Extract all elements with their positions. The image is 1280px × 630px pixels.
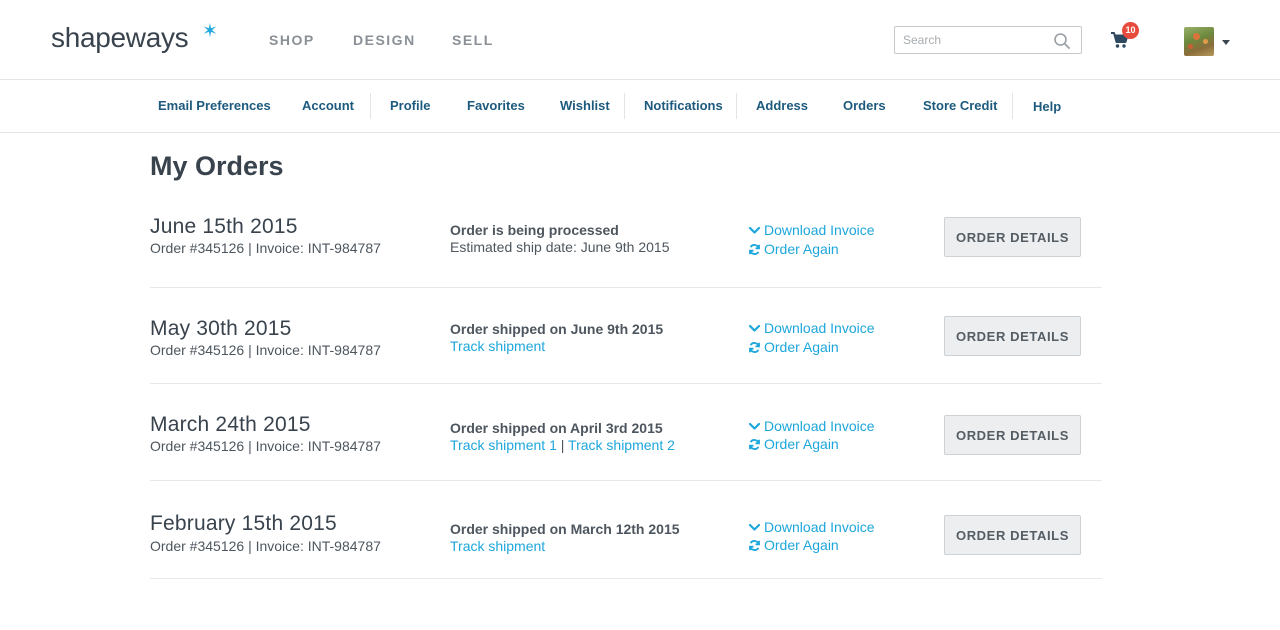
track-shipment-1-link[interactable]: Track shipment 1 — [450, 437, 557, 453]
subnav-favorites[interactable]: Favorites — [467, 98, 525, 113]
order-date: May 30th 2015 — [150, 317, 292, 340]
order-date: June 15th 2015 — [150, 215, 298, 238]
track-shipment-2-link[interactable]: Track shipment 2 — [568, 437, 675, 453]
order-row: March 24th 2015 Order #345126 | Invoice:… — [150, 384, 1102, 481]
order-meta: Order #345126 | Invoice: INT-984787 — [150, 438, 381, 454]
order-status: Order shipped on June 9th 2015 — [450, 321, 664, 337]
cart-count-badge: 10 — [1122, 22, 1139, 39]
chevron-down-icon — [748, 226, 761, 234]
download-invoice-link[interactable]: Download Invoice — [748, 320, 875, 336]
nav-sell[interactable]: SELL — [452, 32, 494, 48]
track-shipment-line: Track shipment — [450, 338, 545, 354]
refresh-icon — [749, 342, 760, 353]
track-shipment-line: Track shipment 1 | Track shipment 2 — [450, 437, 675, 453]
chevron-down-icon — [748, 523, 761, 531]
estimated-ship-date: Estimated ship date: June 9th 2015 — [450, 239, 670, 255]
refresh-icon — [749, 244, 760, 255]
order-again-label: Order Again — [764, 436, 839, 452]
subnav-notifications[interactable]: Notifications — [644, 98, 723, 113]
order-details-button[interactable]: ORDER DETAILS — [944, 515, 1081, 555]
order-again-label: Order Again — [764, 537, 839, 553]
download-invoice-label: Download Invoice — [764, 320, 875, 336]
order-again-label: Order Again — [764, 241, 839, 257]
chevron-down-icon — [748, 324, 761, 332]
order-status: Order shipped on March 12th 2015 — [450, 521, 680, 537]
chevron-down-icon — [748, 422, 761, 430]
refresh-icon — [749, 439, 760, 450]
order-meta: Order #345126 | Invoice: INT-984787 — [150, 538, 381, 554]
order-row: May 30th 2015 Order #345126 | Invoice: I… — [150, 288, 1102, 384]
subnav-divider — [624, 93, 625, 119]
order-row: February 15th 2015 Order #345126 | Invoi… — [150, 481, 1102, 579]
search-icon[interactable] — [1053, 32, 1071, 50]
order-details-button[interactable]: ORDER DETAILS — [944, 415, 1081, 455]
subnav-store-credit[interactable]: Store Credit — [923, 98, 997, 113]
subnav-help[interactable]: Help — [1033, 99, 1061, 114]
subnav-divider — [736, 93, 737, 119]
subnav-divider — [370, 93, 371, 119]
download-invoice-label: Download Invoice — [764, 222, 875, 238]
search-input[interactable] — [903, 31, 1053, 49]
track-shipment-line: Track shipment — [450, 538, 545, 554]
track-shipment-link[interactable]: Track shipment — [450, 338, 545, 354]
order-details-button[interactable]: ORDER DETAILS — [944, 316, 1081, 356]
download-invoice-label: Download Invoice — [764, 519, 875, 535]
order-meta: Order #345126 | Invoice: INT-984787 — [150, 342, 381, 358]
order-again-link[interactable]: Order Again — [748, 241, 839, 257]
subnav-account[interactable]: Account — [302, 98, 354, 113]
order-date: February 15th 2015 — [150, 512, 337, 535]
order-again-label: Order Again — [764, 339, 839, 355]
order-details-button[interactable]: ORDER DETAILS — [944, 217, 1081, 257]
subnav-orders[interactable]: Orders — [843, 98, 886, 113]
nav-design[interactable]: DESIGN — [353, 32, 416, 48]
page-title: My Orders — [150, 151, 284, 181]
subnav-divider — [1012, 93, 1013, 119]
account-subnav: Email Preferences Account Profile Favori… — [0, 81, 1280, 133]
order-meta: Order #345126 | Invoice: INT-984787 — [150, 240, 381, 256]
track-shipment-link[interactable]: Track shipment — [450, 538, 545, 554]
download-invoice-link[interactable]: Download Invoice — [748, 519, 875, 535]
avatar[interactable] — [1184, 27, 1214, 56]
subnav-address[interactable]: Address — [756, 98, 808, 113]
logo-star-icon: ✶ — [202, 21, 218, 42]
order-again-link[interactable]: Order Again — [748, 436, 839, 452]
track-separator: | — [556, 437, 569, 453]
subnav-profile[interactable]: Profile — [390, 98, 430, 113]
search-box — [894, 26, 1082, 54]
subnav-email-preferences[interactable]: Email Preferences — [158, 98, 271, 113]
shapeways-logo[interactable]: shapeways — [51, 22, 189, 54]
top-header: shapeways ✶ SHOP DESIGN SELL 10 — [0, 0, 1280, 80]
order-status: Order is being processed — [450, 222, 619, 238]
nav-shop[interactable]: SHOP — [269, 32, 315, 48]
order-row: June 15th 2015 Order #345126 | Invoice: … — [150, 205, 1102, 288]
refresh-icon — [749, 540, 760, 551]
subnav-wishlist[interactable]: Wishlist — [560, 98, 610, 113]
account-menu-caret-icon[interactable] — [1222, 40, 1230, 45]
order-date: March 24th 2015 — [150, 413, 311, 436]
order-again-link[interactable]: Order Again — [748, 537, 839, 553]
order-again-link[interactable]: Order Again — [748, 339, 839, 355]
download-invoice-link[interactable]: Download Invoice — [748, 222, 875, 238]
order-status: Order shipped on April 3rd 2015 — [450, 420, 663, 436]
download-invoice-label: Download Invoice — [764, 418, 875, 434]
download-invoice-link[interactable]: Download Invoice — [748, 418, 875, 434]
